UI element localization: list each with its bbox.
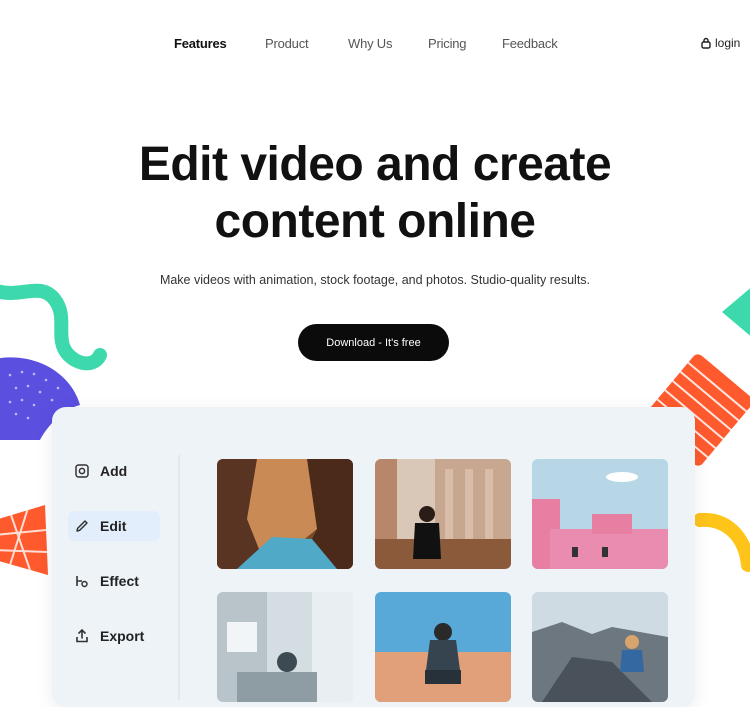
sidebar-divider bbox=[178, 455, 180, 700]
sidebar-item-label: Effect bbox=[100, 573, 139, 589]
sidebar-item-export[interactable]: Export bbox=[68, 621, 160, 651]
effect-icon bbox=[76, 576, 88, 588]
thumbnail-interior[interactable] bbox=[217, 592, 353, 702]
app-sidebar: Add Edit Effect Export bbox=[62, 440, 178, 700]
export-icon bbox=[76, 628, 88, 643]
nav-product[interactable]: Product bbox=[265, 36, 309, 51]
teal-squiggle-shape bbox=[0, 283, 107, 371]
sidebar-item-label: Export bbox=[100, 628, 145, 644]
sidebar-item-label: Add bbox=[100, 463, 128, 479]
top-navigation: Features Product Why Us Pricing Feedback… bbox=[0, 36, 750, 56]
thumbnail-pink-building[interactable] bbox=[532, 459, 668, 569]
hero-title-line-2: content online bbox=[214, 195, 536, 248]
yellow-arc-shape bbox=[693, 512, 750, 572]
sidebar-item-effect[interactable]: Effect bbox=[68, 566, 160, 596]
teal-right-shape bbox=[722, 288, 750, 336]
add-photo-icon bbox=[75, 464, 89, 478]
lock-icon bbox=[701, 37, 711, 49]
thumbnail-man-on-pier[interactable] bbox=[375, 592, 511, 702]
hero-title: Edit video and create content online bbox=[0, 136, 750, 250]
thumbnail-woman-sitting[interactable] bbox=[375, 459, 511, 569]
nav-feedback[interactable]: Feedback bbox=[502, 36, 558, 51]
login-link[interactable]: login bbox=[700, 36, 740, 50]
thumbnail-person-on-rocks[interactable] bbox=[532, 592, 668, 702]
hero-title-line-1: Edit video and create bbox=[138, 138, 612, 191]
login-label: login bbox=[715, 36, 741, 50]
sidebar-item-label: Edit bbox=[100, 518, 127, 534]
nav-why-us[interactable]: Why Us bbox=[348, 36, 393, 51]
sidebar-item-add[interactable]: Add bbox=[68, 456, 160, 486]
thumbnail-canyon[interactable] bbox=[217, 459, 353, 569]
download-button[interactable]: Download - It's free bbox=[298, 324, 449, 361]
nav-features[interactable]: Features bbox=[174, 36, 227, 51]
sidebar-item-edit[interactable]: Edit bbox=[68, 511, 160, 541]
hero-subtitle: Make videos with animation, stock footag… bbox=[159, 273, 591, 287]
orange-grid-shape bbox=[0, 505, 48, 575]
nav-pricing[interactable]: Pricing bbox=[428, 36, 467, 51]
pencil-icon bbox=[76, 520, 88, 532]
